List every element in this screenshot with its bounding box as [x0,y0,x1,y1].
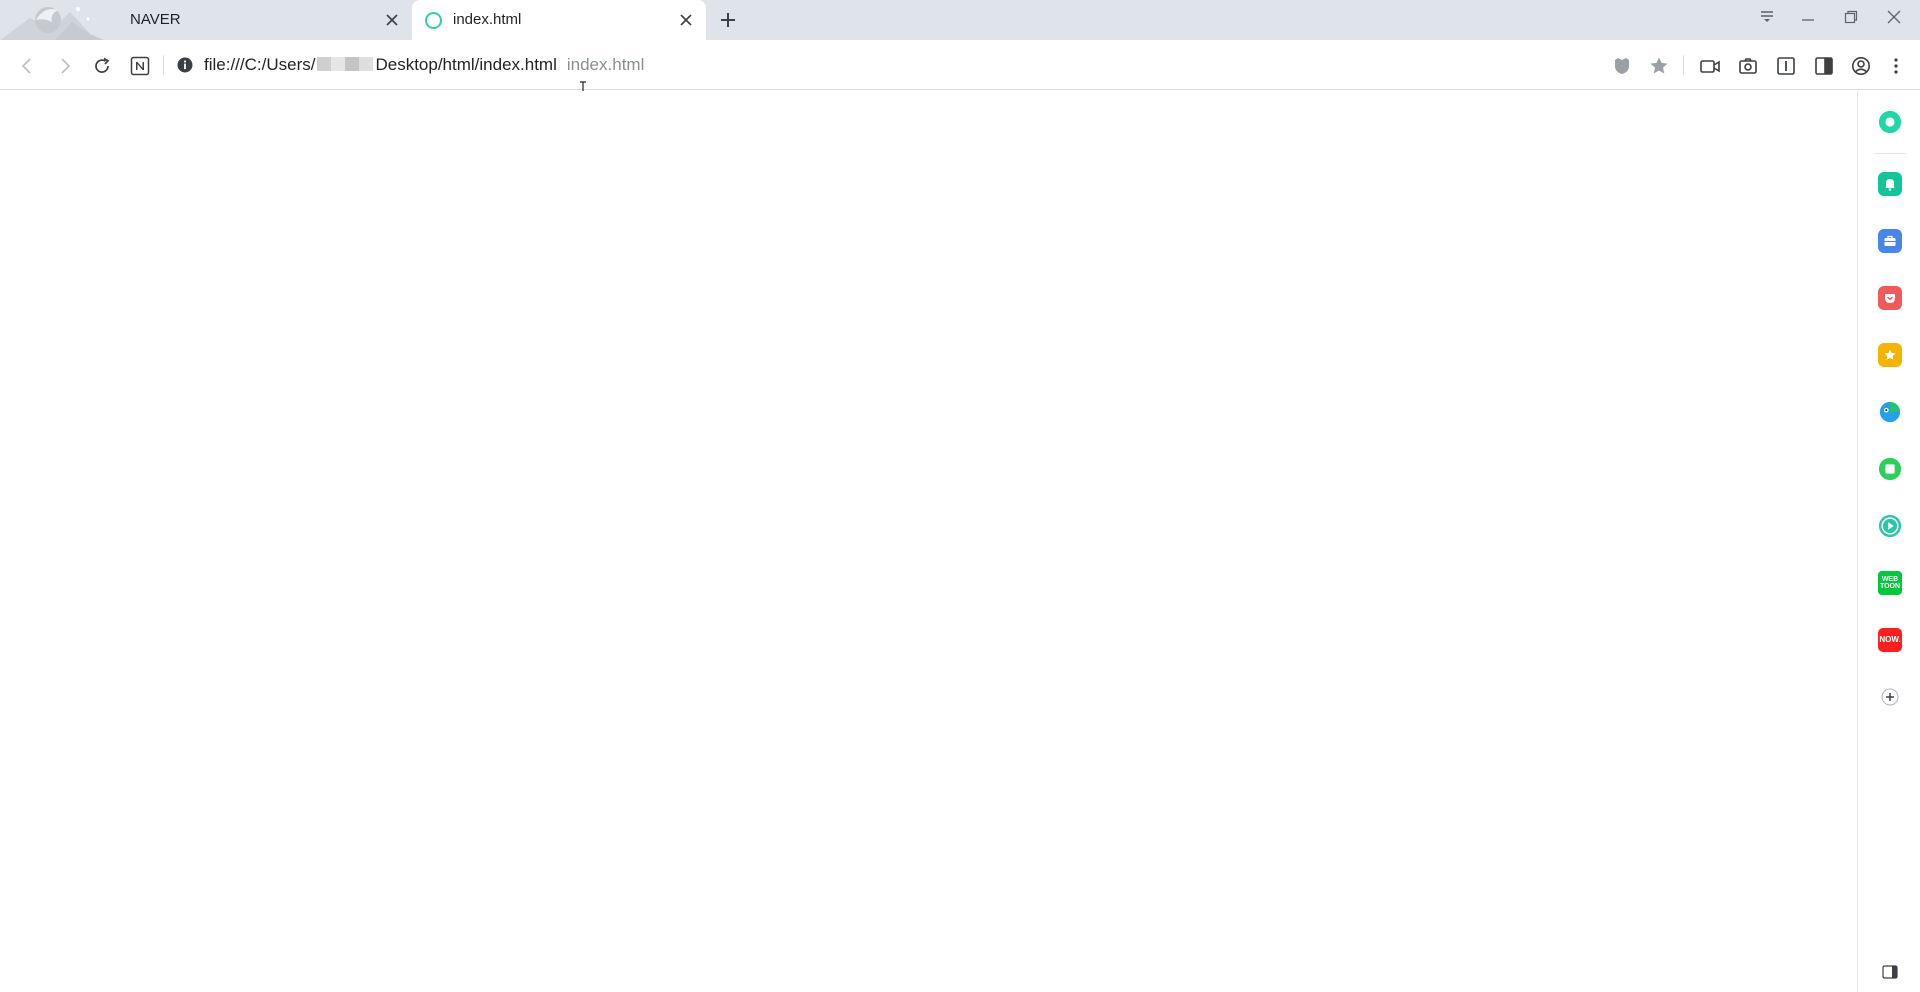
url-path: Desktop/html/index.html [375,55,557,74]
restore-button[interactable] [1831,2,1871,32]
tab-bar: NAVER index.html [0,0,1920,40]
shield-button[interactable] [1608,52,1636,80]
toolbox-icon [1878,229,1902,253]
close-window-button[interactable] [1874,2,1914,32]
sidebar-divider [1874,153,1906,154]
sidebar-add-button[interactable] [1878,685,1902,709]
reader-icon [1777,57,1795,75]
toolbar-divider [1683,55,1684,75]
papago-icon [1879,401,1901,423]
tab-title: index.html [453,11,522,28]
address-input[interactable]: file:///C:/Users/Desktop/html/index.html… [204,55,644,75]
camera-icon [1739,58,1757,74]
sidebar-item-favorites[interactable] [1878,343,1902,367]
play-icon [1878,514,1902,538]
webtoon-icon: WEB TOON [1878,571,1902,595]
page-title-hint: index.html [566,55,645,74]
bell-icon [1878,172,1902,196]
pocket-icon [1878,286,1902,310]
sidebar: WEB TOON NOW. [1857,91,1920,992]
forward-button[interactable] [50,52,78,80]
whale-home-button[interactable] [1878,110,1902,134]
split-view-button[interactable] [1810,52,1838,80]
capture-button[interactable] [1734,52,1762,80]
video-icon [1700,60,1720,73]
minimize-button[interactable] [1788,2,1828,32]
video-button[interactable] [1696,52,1724,80]
reload-icon [95,57,110,73]
reload-button[interactable] [88,52,116,80]
tab-naver[interactable]: NAVER [0,0,412,40]
sidebar-item-player[interactable] [1878,514,1902,538]
sidebar-item-pocket[interactable] [1878,286,1902,310]
info-icon[interactable] [175,55,195,75]
reader-button[interactable] [1772,52,1800,80]
profile-button[interactable] [1847,52,1875,80]
naver-home-button[interactable] [126,52,154,80]
memo-icon [1878,457,1902,481]
new-tab-button[interactable] [716,8,740,32]
tab-index-html[interactable]: index.html [412,0,706,40]
naver-n-icon [130,56,150,76]
back-button[interactable] [14,52,42,80]
shield-icon [1615,58,1629,74]
tab-list-icon[interactable] [1747,2,1787,32]
page-favicon-icon [425,12,442,29]
bookmark-button[interactable] [1645,52,1673,80]
star-icon [1650,57,1668,74]
sidebar-toggle-icon [1882,965,1898,979]
redacted-username [317,57,374,71]
sidebar-item-notifications[interactable] [1878,172,1902,196]
star-icon [1878,343,1902,367]
sidebar-item-now[interactable]: NOW. [1878,628,1902,652]
arrow-right-icon [61,58,71,74]
now-icon: NOW. [1878,628,1902,652]
plus-icon [1881,688,1899,706]
close-icon[interactable] [382,10,402,30]
page-viewport[interactable] [0,91,1857,992]
toolbar-divider [163,55,164,75]
sidebar-item-tools[interactable] [1878,229,1902,253]
sidebar-item-memo[interactable] [1878,457,1902,481]
sidebar-item-webtoon[interactable]: WEB TOON [1878,571,1902,595]
sidebar-item-papago[interactable] [1878,400,1902,424]
more-vert-icon [1894,58,1898,74]
profile-icon [1852,57,1870,75]
close-icon[interactable] [676,10,696,30]
menu-button[interactable] [1882,52,1910,80]
address-toolbar: file:///C:/Users/Desktop/html/index.html… [0,40,1920,97]
sidebar-toggle-button[interactable] [1878,960,1902,984]
tab-title: NAVER [130,11,181,28]
whale-icon [1878,110,1902,134]
url-prefix: file:///C:/Users/ [204,55,316,74]
tab-theme-decoration [0,0,110,40]
split-view-icon [1815,57,1833,75]
arrow-left-icon [21,58,31,74]
